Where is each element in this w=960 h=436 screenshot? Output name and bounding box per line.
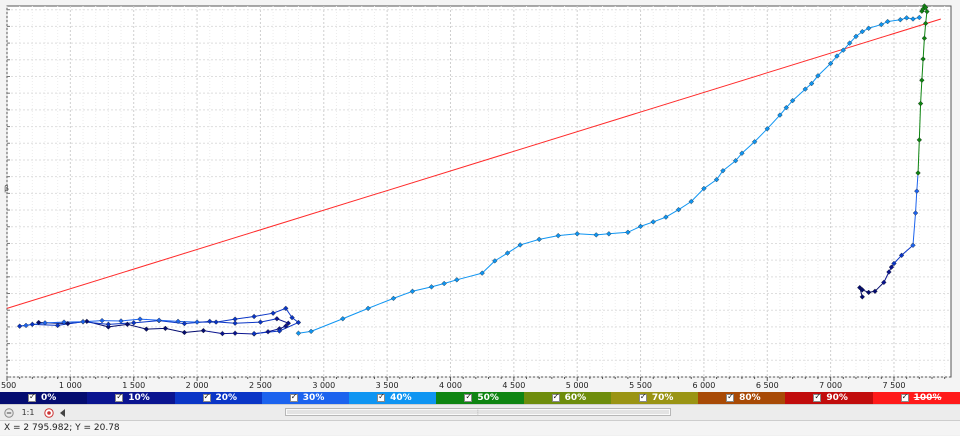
minus-circle-icon (4, 408, 14, 418)
x-tick-label: 4 000 (439, 381, 462, 390)
legend-label: 0% (41, 393, 56, 403)
x-tick-label: 3 000 (312, 381, 335, 390)
y-axis-marker: β (4, 184, 9, 193)
horizontal-scrollbar[interactable]: ⋮ (285, 408, 671, 416)
legend-item-0[interactable]: 0% (0, 392, 87, 404)
checkbox-icon[interactable] (28, 394, 36, 402)
x-tick-label: 7 000 (819, 381, 842, 390)
x-tick-label: 500 (1, 381, 16, 390)
chart-plot[interactable]: 500 1 000 1 500 2 000 2 500 3 000 3 500 4 000 4 … (0, 0, 960, 392)
checkbox-icon[interactable] (901, 394, 909, 402)
checkbox-icon[interactable] (813, 394, 821, 402)
x-tick-label: 2 500 (249, 381, 272, 390)
chevron-left-icon (60, 409, 66, 417)
checkbox-icon[interactable] (115, 394, 123, 402)
legend-item-20[interactable]: 20% (175, 392, 262, 404)
target-button[interactable] (43, 407, 55, 418)
legend-item-80[interactable]: 80% (698, 392, 785, 404)
legend-item-40[interactable]: 40% (349, 392, 436, 404)
checkbox-icon[interactable] (203, 394, 211, 402)
legend-item-60[interactable]: 60% (524, 392, 611, 404)
x-tick-label: 1 000 (59, 381, 82, 390)
legend-item-70[interactable]: 70% (611, 392, 698, 404)
checkbox-icon[interactable] (552, 394, 560, 402)
checkbox-icon[interactable] (290, 394, 298, 402)
legend-item-90[interactable]: 90% (785, 392, 872, 404)
grip-icon: ⋮ (475, 410, 481, 416)
x-tick-label: 6 000 (692, 381, 715, 390)
legend-label: 10% (128, 393, 150, 403)
zoom-label: 1:1 (22, 408, 35, 417)
target-icon (44, 408, 54, 418)
legend-item-50[interactable]: 50% (436, 392, 523, 404)
zoom-reset-button[interactable]: 1:1 (18, 407, 38, 418)
legend-label: 50% (477, 393, 499, 403)
scroll-left-button[interactable] (58, 407, 68, 418)
legend-label: 90% (826, 393, 848, 403)
percent-legend: 0% 10% 20% 30% 40% 50% 60% 70% 80% 90% 1… (0, 392, 960, 404)
legend-item-100[interactable]: 100% (873, 392, 960, 404)
status-bar: X = 2 795.982; Y = 20.78 (0, 420, 960, 435)
x-tick-label: 5 000 (566, 381, 589, 390)
zoom-out-button[interactable] (3, 407, 14, 418)
legend-label: 100% (914, 393, 942, 403)
x-tick-label: 5 500 (629, 381, 652, 390)
legend-item-30[interactable]: 30% (262, 392, 349, 404)
x-tick-label: 6 500 (756, 381, 779, 390)
checkbox-icon[interactable] (464, 394, 472, 402)
checkbox-icon[interactable] (726, 394, 734, 402)
x-tick-label: 7 500 (883, 381, 906, 390)
legend-label: 30% (303, 393, 325, 403)
scrollbar-thumb[interactable]: ⋮ (287, 410, 669, 414)
x-tick-label: 4 500 (502, 381, 525, 390)
x-tick-label: 3 500 (376, 381, 399, 390)
x-tick-label: 1 500 (122, 381, 145, 390)
checkbox-icon[interactable] (377, 394, 385, 402)
x-tick-label: 2 000 (186, 381, 209, 390)
checkbox-icon[interactable] (639, 394, 647, 402)
legend-label: 60% (565, 393, 587, 403)
chart-toolbar: 1:1 ⋮ (0, 404, 960, 420)
legend-label: 40% (390, 393, 412, 403)
cursor-coordinates: X = 2 795.982; Y = 20.78 (4, 423, 120, 433)
legend-label: 20% (216, 393, 238, 403)
legend-label: 70% (652, 393, 674, 403)
legend-label: 80% (739, 393, 761, 403)
legend-item-10[interactable]: 10% (87, 392, 174, 404)
x-tick-labels: 500 1 000 1 500 2 000 2 500 3 000 3 500 4 000 4 … (1, 381, 905, 390)
